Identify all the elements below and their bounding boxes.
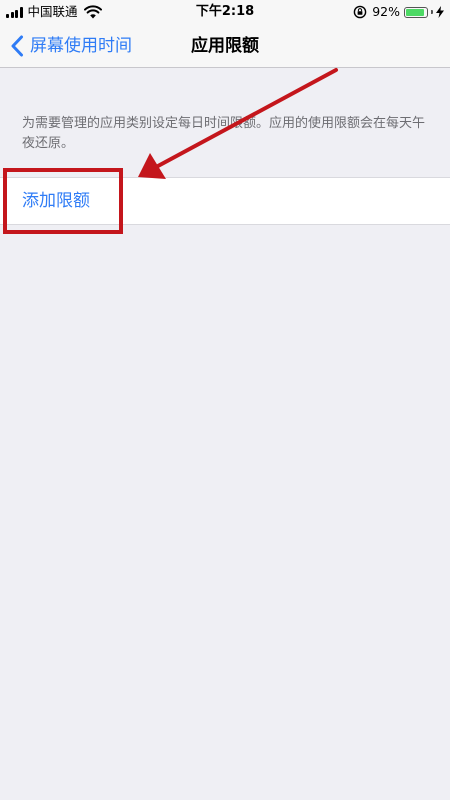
chevron-left-icon — [11, 35, 23, 57]
battery-tip — [431, 10, 433, 14]
app-limits-description: 为需要管理的应用类别设定每日时间限额。应用的使用限额会在每天午夜还原。 — [22, 116, 426, 151]
battery-percent: 92% — [372, 4, 400, 19]
add-limit-group: 添加限额 — [0, 177, 450, 225]
battery-level-fill — [406, 8, 425, 16]
navigation-bar: 屏幕使用时间 应用限额 — [0, 24, 450, 68]
back-button-label: 屏幕使用时间 — [30, 36, 132, 56]
charging-bolt-icon — [436, 6, 444, 18]
status-bar: 中国联通 下午2:18 92% — [0, 0, 450, 24]
rotation-lock-icon — [353, 5, 367, 19]
back-button[interactable]: 屏幕使用时间 — [10, 24, 132, 68]
battery-icon — [404, 6, 428, 18]
add-limit-button[interactable]: 添加限额 — [22, 178, 90, 224]
status-right: 92% — [353, 4, 444, 20]
